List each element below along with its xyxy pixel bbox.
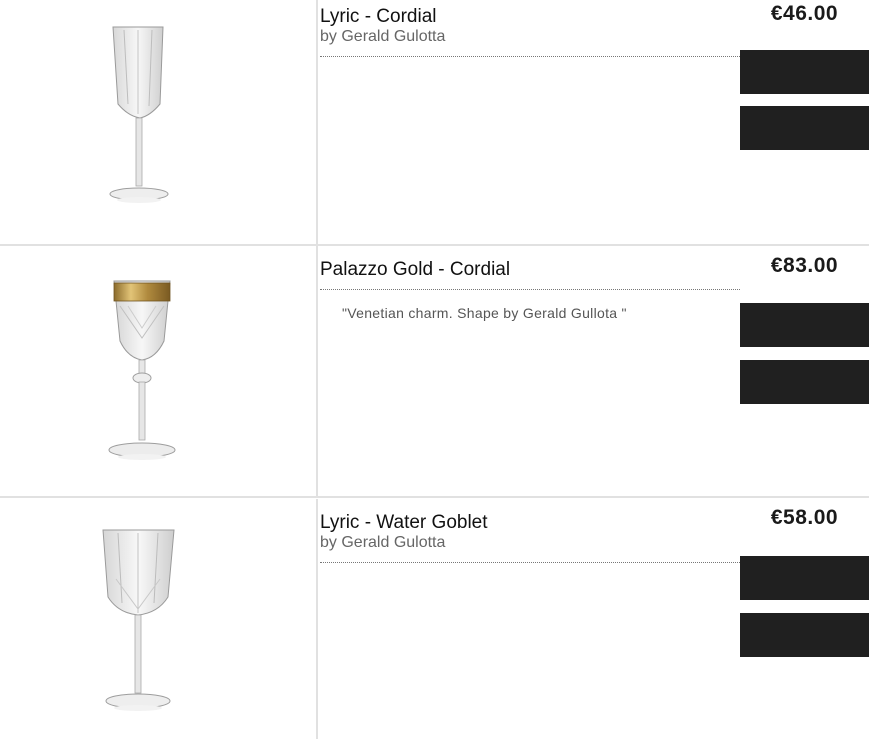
product-row: Lyric - Water Goblet by Gerald Gulotta €… (0, 499, 869, 739)
product-row: Palazzo Gold - Cordial "Venetian charm. … (0, 246, 869, 498)
add-to-wishlist-button[interactable] (740, 106, 869, 150)
divider (320, 289, 740, 290)
product-price: €46.00 (770, 2, 839, 25)
add-to-cart-button[interactable] (740, 303, 869, 347)
product-price: €58.00 (770, 506, 839, 529)
product-title[interactable]: Lyric - Cordial (320, 6, 437, 28)
cordial-glass-image[interactable] (0, 0, 318, 246)
divider (320, 562, 740, 563)
add-to-wishlist-button[interactable] (740, 360, 869, 404)
row-divider (0, 496, 869, 498)
water-goblet-image[interactable] (0, 499, 318, 739)
product-row: Lyric - Cordial by Gerald Gulotta €46.00 (0, 0, 869, 246)
product-image-cell[interactable] (0, 0, 318, 246)
product-title[interactable]: Lyric - Water Goblet (320, 512, 488, 534)
product-description: "Venetian charm. Shape by Gerald Gullota… (342, 305, 627, 321)
product-image-cell[interactable] (0, 246, 318, 498)
divider (320, 56, 740, 57)
gold-rim-cordial-glass-image[interactable] (0, 246, 318, 498)
add-to-cart-button[interactable] (740, 556, 869, 600)
add-to-wishlist-button[interactable] (740, 613, 869, 657)
product-designer: by Gerald Gulotta (320, 534, 446, 551)
product-title[interactable]: Palazzo Gold - Cordial (320, 259, 510, 281)
product-designer: by Gerald Gulotta (320, 28, 446, 45)
add-to-cart-button[interactable] (740, 50, 869, 94)
product-price: €83.00 (770, 254, 839, 277)
product-image-cell[interactable] (0, 499, 318, 739)
